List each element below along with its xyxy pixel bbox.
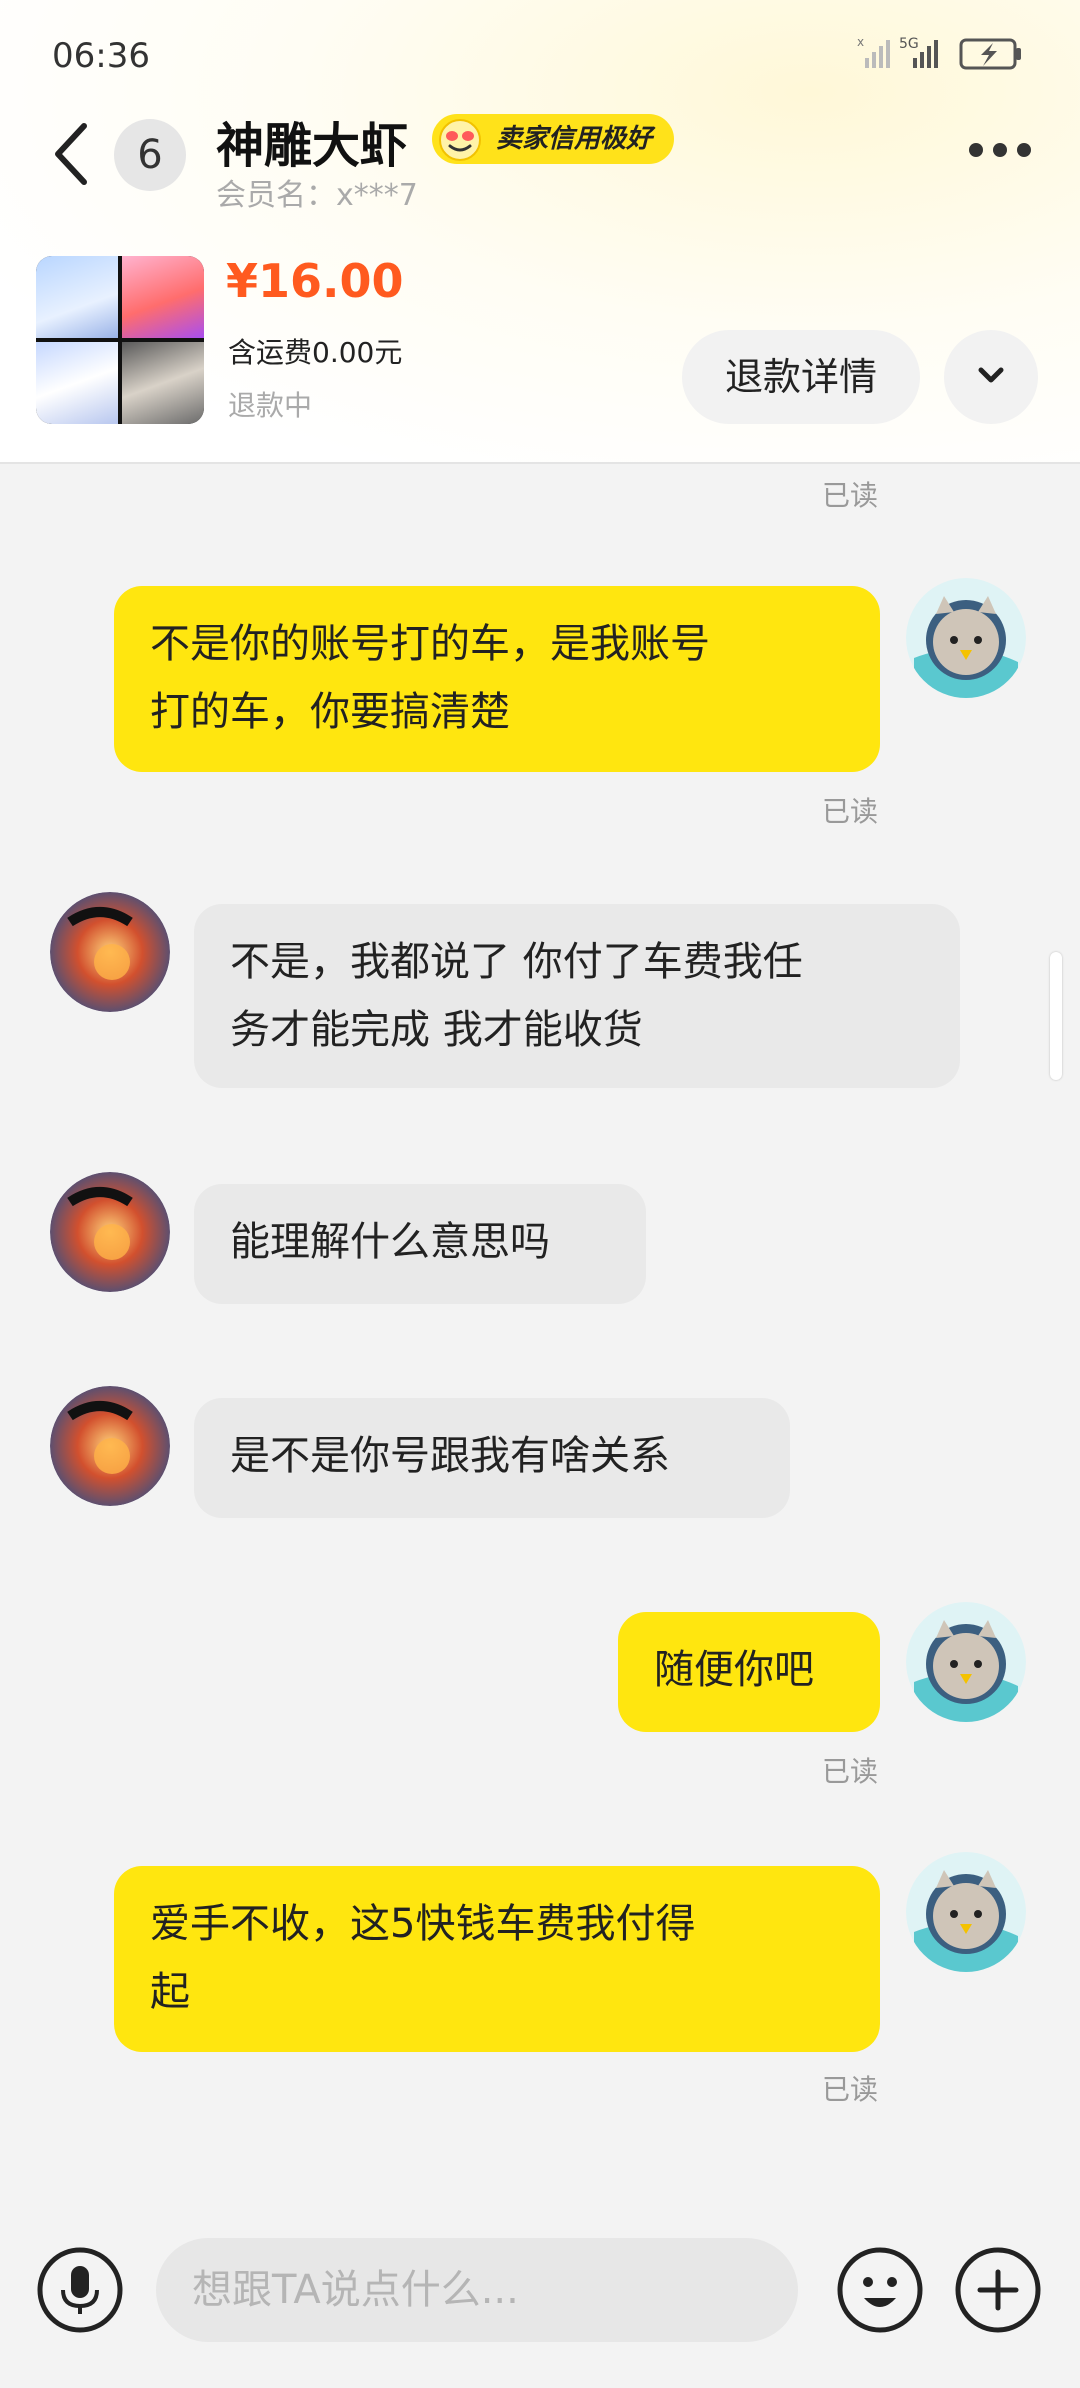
seller-avatar[interactable] [50, 1172, 170, 1292]
expand-button[interactable] [944, 330, 1038, 424]
thumbnail-tile [36, 342, 118, 424]
message-bubble-received[interactable]: 能理解什么意思吗 [194, 1184, 646, 1304]
thumbnail-tile [122, 256, 204, 338]
thumbnail-tile [122, 342, 204, 424]
anime-avatar-icon [50, 892, 170, 1012]
microphone-icon[interactable] [36, 2246, 124, 2334]
credit-badge-label: 卖家信用极好 [496, 124, 653, 154]
cat-avatar-icon [906, 1852, 1026, 1972]
smile-emoji-icon [439, 119, 481, 161]
message-bubble-sent[interactable]: 不是你的账号打的车，是我账号 打的车，你要搞清楚 [114, 586, 880, 772]
signal-battery-icon: x 5G [857, 35, 1021, 70]
plus-icon[interactable] [954, 2246, 1042, 2334]
message-line: 不是你的账号打的车，是我账号 [150, 621, 710, 667]
my-avatar[interactable] [906, 1852, 1026, 1972]
seller-avatar[interactable] [50, 892, 170, 1012]
chat-scrollbar[interactable] [1050, 952, 1062, 1080]
read-receipt: 已读 [822, 795, 879, 828]
product-price: ¥16.00 [226, 254, 404, 308]
unread-count-badge[interactable]: 6 [114, 119, 186, 191]
read-receipt: 已读 [822, 2073, 879, 2106]
anime-avatar-icon [50, 1172, 170, 1292]
message-line: 打的车，你要搞清楚 [150, 689, 510, 735]
chat-header: 06:36 x 5G 6 神雕大虾 卖家信用极好 会员名：x***7 ¥16.0… [0, 0, 1080, 464]
refund-status: 退款中 [228, 389, 313, 422]
back-arrow-icon[interactable] [48, 118, 100, 190]
cat-avatar-icon [906, 578, 1026, 698]
chevron-down-icon [978, 367, 1004, 383]
message-line: 起 [150, 1969, 190, 2015]
product-thumbnail[interactable] [36, 256, 204, 424]
svg-text:5G: 5G [899, 36, 919, 52]
message-bubble-sent[interactable]: 爱手不收，这5快钱车费我付得 起 [114, 1866, 880, 2052]
thumbnail-tile [36, 256, 118, 338]
seller-name[interactable]: 神雕大虾 [216, 106, 408, 176]
read-receipt: 已读 [822, 1755, 879, 1788]
my-avatar[interactable] [906, 1602, 1026, 1722]
seller-avatar[interactable] [50, 1386, 170, 1506]
more-options-icon[interactable] [968, 140, 1032, 160]
credit-badge[interactable]: 卖家信用极好 [432, 114, 675, 164]
refund-details-button[interactable]: 退款详情 [682, 330, 920, 424]
message-line: 不是，我都说了 你付了车费我任 [230, 939, 803, 985]
member-name: 会员名：x***7 [216, 178, 418, 213]
read-receipt: 已读 [822, 479, 879, 512]
status-time: 06:36 [52, 36, 150, 76]
message-bubble-received[interactable]: 是不是你号跟我有啥关系 [194, 1398, 790, 1518]
message-bubble-sent[interactable]: 随便你吧 [618, 1612, 880, 1732]
emoji-icon[interactable] [836, 2246, 924, 2334]
anime-avatar-icon [50, 1386, 170, 1506]
message-input[interactable] [156, 2238, 798, 2342]
my-avatar[interactable] [906, 578, 1026, 698]
svg-text:x: x [857, 35, 864, 49]
shipping-fee: 含运费0.00元 [228, 336, 403, 369]
cat-avatar-icon [906, 1602, 1026, 1722]
message-line: 务才能完成 我才能收货 [230, 1007, 643, 1053]
message-line: 爱手不收，这5快钱车费我付得 [150, 1901, 696, 1947]
message-bubble-received[interactable]: 不是，我都说了 你付了车费我任 务才能完成 我才能收货 [194, 904, 960, 1088]
